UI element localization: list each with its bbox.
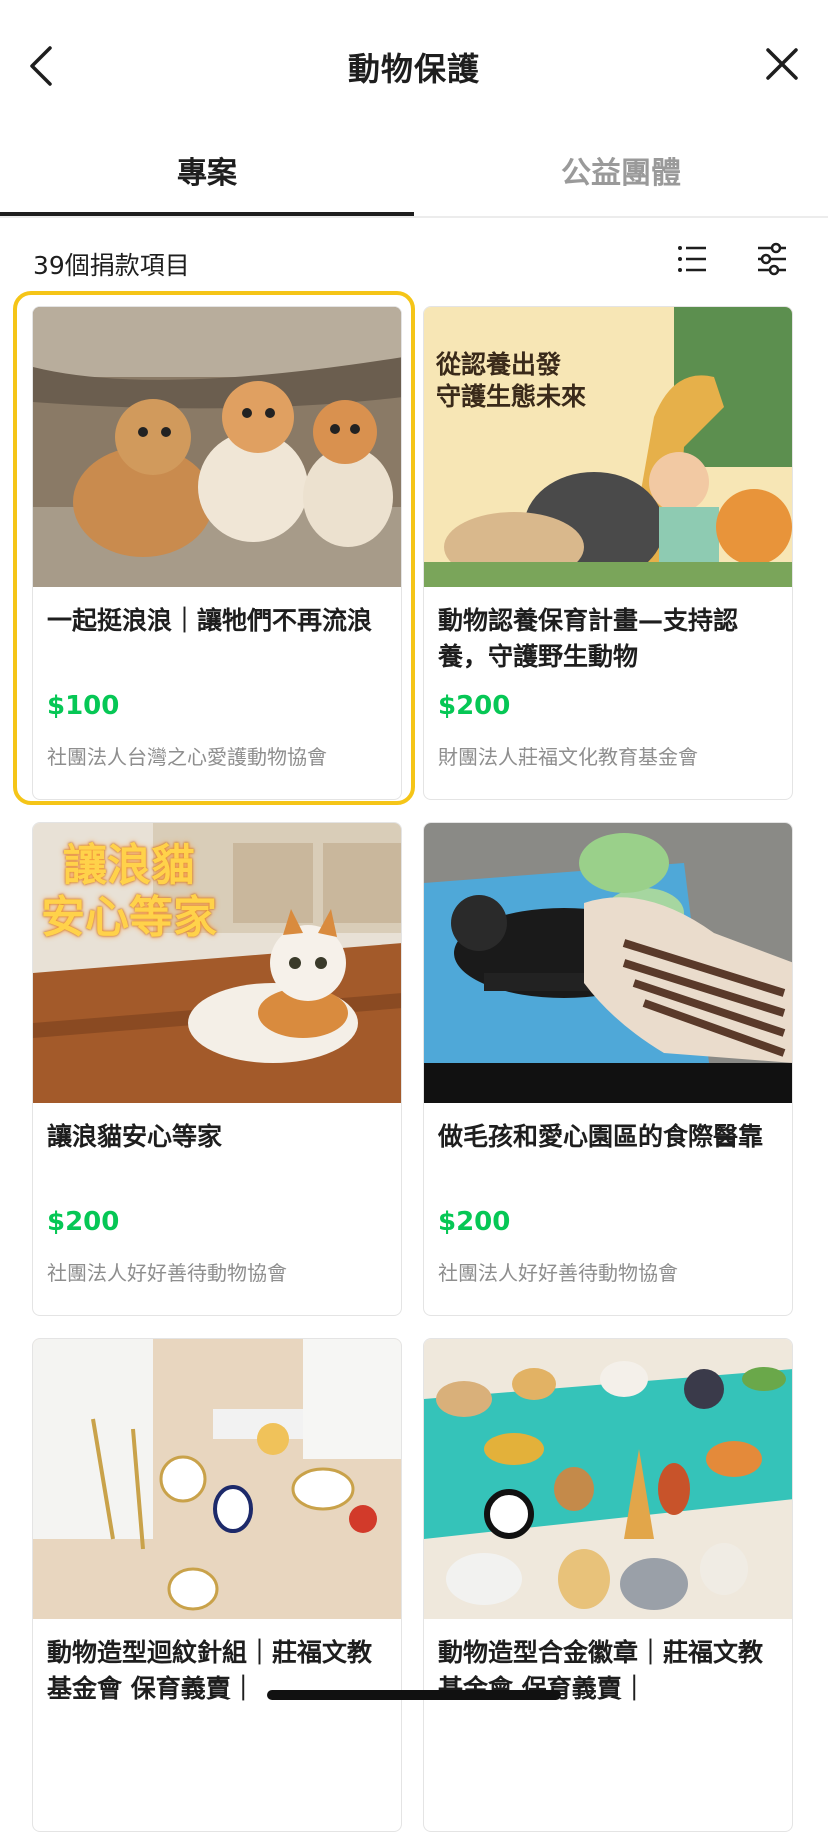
close-icon [766, 48, 798, 80]
project-title: 讓浪貓安心等家 [47, 1122, 223, 1151]
project-card[interactable]: 一起挺浪浪｜讓牠們不再流浪 $100 社團法人台灣之心愛護動物協會 [32, 306, 402, 800]
project-price: $200 [438, 691, 511, 721]
results-count: 39個捐款項目 [33, 251, 190, 280]
project-card[interactable]: 從認養出發 守護生態未來 動物認養保育計畫—支持認養，守護野生動物 $200 財… [423, 306, 793, 800]
project-organization: 社團法人好好善待動物協會 [47, 1261, 287, 1285]
project-price: $100 [47, 691, 120, 721]
project-card[interactable]: 做毛孩和愛心園區的食際醫靠 $200 社團法人好好善待動物協會 [423, 822, 793, 1316]
results-toolbar: 39個捐款項目 [0, 240, 828, 290]
tab-charities[interactable]: 公益團體 [414, 148, 828, 192]
project-card[interactable]: 讓浪貓 安心等家 讓浪貓安心等家 $200 社團法人好好善待動物協會 [32, 822, 402, 1316]
project-image-cat: 讓浪貓 安心等家 [33, 823, 401, 1103]
project-image-pins [424, 1339, 792, 1619]
project-image-dog-care [424, 823, 792, 1103]
project-title: 一起挺浪浪｜讓牠們不再流浪 [47, 606, 373, 635]
project-price: $200 [438, 1207, 511, 1237]
tab-bar: 專案 公益團體 [0, 128, 828, 218]
project-organization: 財團法人莊福文化教育基金會 [438, 745, 698, 769]
project-title: 做毛孩和愛心園區的食際醫靠 [438, 1122, 764, 1151]
project-card[interactable]: 動物造型迴紋針組｜莊福文教基金會 保育義賣｜ [32, 1338, 402, 1832]
image-caption-line: 讓浪貓 [63, 840, 195, 891]
project-organization: 社團法人好好善待動物協會 [438, 1261, 678, 1285]
project-title: 動物認養保育計畫—支持認養，守護野生動物 [438, 606, 739, 671]
filter-button[interactable] [752, 240, 792, 280]
home-indicator [267, 1690, 561, 1700]
project-image-kittens [33, 307, 401, 587]
header: 動物保護 [0, 0, 828, 128]
image-caption-line: 從認養出發 [436, 350, 562, 379]
active-tab-indicator [0, 212, 414, 216]
project-card[interactable]: 動物造型合金徽章｜莊福文教基金會 保育義賣｜ [423, 1338, 793, 1832]
project-organization: 社團法人台灣之心愛護動物協會 [47, 745, 327, 769]
list-view-icon [678, 246, 706, 272]
project-image-wildlife: 從認養出發 守護生態未來 [424, 307, 792, 587]
tab-projects[interactable]: 專案 [0, 148, 414, 192]
list-view-button[interactable] [672, 240, 712, 280]
filter-sliders-icon [758, 242, 786, 276]
project-price: $200 [47, 1207, 120, 1237]
image-caption-line: 守護生態未來 [436, 382, 587, 411]
project-image-paperclips [33, 1339, 401, 1619]
image-caption-line: 安心等家 [41, 892, 217, 943]
close-button[interactable] [762, 44, 802, 84]
page-title: 動物保護 [347, 50, 480, 88]
